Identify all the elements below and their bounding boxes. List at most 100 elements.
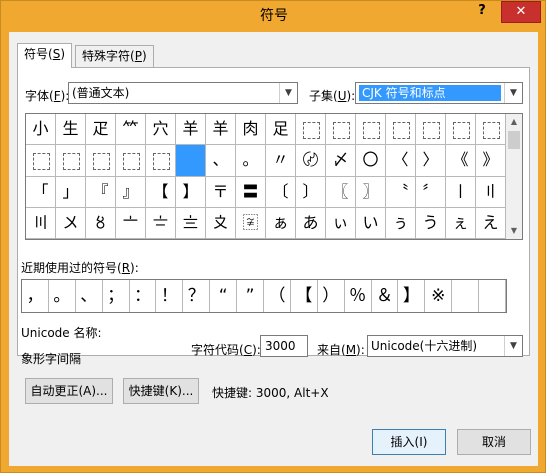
symbol-cell[interactable]: い [356, 207, 386, 239]
symbol-cell[interactable]: ⽺ [206, 114, 236, 146]
symbol-cell[interactable]: 〥 [86, 207, 116, 239]
symbol-cell[interactable]: 〓 [236, 176, 266, 208]
symbol-cell[interactable]: 〈 [386, 145, 416, 177]
recent-symbol-cell[interactable]: ” [237, 280, 264, 312]
recent-symbol-cell[interactable]: ＆ [372, 280, 399, 312]
symbol-cell[interactable]: 《 [446, 145, 476, 177]
symbol-cell[interactable]: 〣 [26, 207, 56, 239]
symbol-cell[interactable]: 「 [26, 176, 56, 208]
symbol-cell[interactable]: 〾 [236, 207, 266, 239]
symbol-cell[interactable]: 〆 [326, 145, 356, 177]
recent-symbol-cell[interactable]: 】 [398, 280, 426, 312]
symbol-cell[interactable] [296, 114, 326, 146]
recent-symbol-cell[interactable]: ； [103, 280, 130, 312]
font-select[interactable]: (普通文本) ▼ [68, 82, 298, 104]
symbol-cell[interactable]: 】 [176, 176, 206, 208]
tab-symbols[interactable]: 符号(S) [17, 43, 73, 68]
symbol-cell[interactable]: 『 [86, 176, 116, 208]
symbol-cell[interactable]: う [416, 207, 446, 239]
symbol-cell[interactable]: 、 [206, 145, 236, 177]
symbol-cell[interactable]: 』 [116, 176, 146, 208]
scroll-down-icon[interactable]: ▼ [506, 223, 522, 239]
symbol-cell[interactable]: ぅ [386, 207, 416, 239]
recent-symbol-cell[interactable]: ！ [156, 280, 184, 312]
symbol-cell[interactable]: ⾁ [236, 114, 266, 146]
subset-select[interactable]: CJK 符号和标点 ▼ [355, 82, 523, 104]
recent-symbol-cell[interactable]: ） [318, 280, 345, 312]
symbol-cell[interactable]: ⾜ [266, 114, 296, 146]
symbol-cell[interactable]: 〗 [356, 176, 386, 208]
symbol-cell[interactable] [86, 145, 116, 177]
symbol-cell[interactable] [146, 145, 176, 177]
symbol-cell[interactable]: ⽳ [146, 114, 176, 146]
symbol-cell[interactable]: 〝 [386, 176, 416, 208]
symbol-cell[interactable]: ぁ [266, 207, 296, 239]
symbol-cell[interactable]: ⺮ [116, 114, 146, 146]
recent-symbol-cell[interactable]: ？ [183, 280, 211, 312]
symbol-cell[interactable]: 。 [236, 145, 266, 177]
symbol-cell[interactable]: 〩 [206, 207, 236, 239]
symbol-cell[interactable]: ぃ [326, 207, 356, 239]
symbol-cell[interactable]: 〤 [56, 207, 86, 239]
from-select[interactable]: Unicode(十六进制) ▼ [367, 335, 523, 357]
symbol-cell[interactable]: ぇ [446, 207, 476, 239]
symbol-cell[interactable]: 」 [56, 176, 86, 208]
recent-symbol-cell[interactable]: （ [264, 280, 291, 312]
autocorrect-button[interactable]: 自动更正(A)... [25, 378, 113, 404]
symbol-cell[interactable] [476, 114, 506, 146]
symbol-cell[interactable]: ⽺ [176, 114, 206, 146]
symbol-cell[interactable]: 〇 [356, 145, 386, 177]
symbol-grid-scrollbar[interactable]: ▲ ▼ [506, 113, 523, 240]
symbol-grid[interactable]: ⼩⽣⽦⺮⽳⽺⽺⾁⾜、。〃〄〆〇〈〉《》「」『』【】〒〓〔〕〖〗〝〞〡〢〣〤〥〦〧… [25, 113, 507, 240]
symbol-cell[interactable] [446, 114, 476, 146]
insert-button[interactable]: 插入(I) [372, 429, 446, 455]
recent-symbol-cell[interactable]: 、 [76, 280, 103, 312]
shortcut-key-button[interactable]: 快捷键(K)... [123, 378, 199, 404]
symbol-cell[interactable] [326, 114, 356, 146]
symbol-cell[interactable] [56, 145, 86, 177]
symbol-cell[interactable]: 〧 [146, 207, 176, 239]
close-button[interactable]: ✕ [501, 1, 541, 23]
symbol-cell[interactable] [416, 114, 446, 146]
symbol-cell[interactable]: え [476, 207, 506, 239]
scroll-thumb[interactable] [508, 131, 520, 149]
symbol-cell[interactable]: 〡 [446, 176, 476, 208]
symbol-cell[interactable]: 〕 [296, 176, 326, 208]
symbol-cell[interactable]: 〦 [116, 207, 146, 239]
recent-symbol-cell[interactable] [479, 280, 506, 312]
symbol-cell[interactable] [356, 114, 386, 146]
symbol-cell[interactable] [386, 114, 416, 146]
help-button[interactable]: ? [469, 1, 495, 23]
cancel-button[interactable]: 取消 [457, 429, 531, 455]
recent-symbol-cell[interactable]: “ [210, 280, 238, 312]
symbol-cell[interactable]: 〞 [416, 176, 446, 208]
recent-symbol-cell[interactable] [452, 280, 480, 312]
symbol-cell[interactable] [116, 145, 146, 177]
character-code-input[interactable]: 3000 [260, 335, 308, 357]
scroll-up-icon[interactable]: ▲ [506, 114, 522, 130]
symbol-cell[interactable]: 〒 [206, 176, 236, 208]
symbol-cell[interactable]: ⽣ [56, 114, 86, 146]
symbol-cell[interactable] [176, 145, 206, 177]
symbol-cell[interactable]: 〨 [176, 207, 206, 239]
recent-symbol-cell[interactable]: 。 [49, 280, 76, 312]
recent-symbols-grid[interactable]: ，。、；：！？ “” （【）％＆】 ※ [21, 279, 507, 313]
symbol-cell[interactable]: 〉 [416, 145, 446, 177]
recent-symbol-cell[interactable]: ※ [425, 280, 453, 312]
symbol-cell[interactable]: 〔 [266, 176, 296, 208]
symbol-cell[interactable]: ⼩ [26, 114, 56, 146]
tab-special-characters[interactable]: 特殊字符(P) [75, 45, 154, 68]
symbol-cell[interactable]: 〢 [476, 176, 506, 208]
symbol-cell[interactable]: 【 [146, 176, 176, 208]
recent-symbol-cell[interactable]: 【 [291, 280, 318, 312]
symbol-cell[interactable]: 〃 [266, 145, 296, 177]
symbol-cell[interactable]: 〖 [326, 176, 356, 208]
recent-symbol-cell[interactable]: ％ [345, 280, 372, 312]
symbol-cell[interactable]: ⽦ [86, 114, 116, 146]
symbol-cell[interactable] [26, 145, 56, 177]
symbol-cell[interactable]: 》 [476, 145, 506, 177]
recent-symbol-cell[interactable]: ： [130, 280, 157, 312]
symbol-cell[interactable]: あ [296, 207, 326, 239]
recent-symbol-cell[interactable]: ， [22, 280, 49, 312]
symbol-cell[interactable]: 〄 [296, 145, 326, 177]
